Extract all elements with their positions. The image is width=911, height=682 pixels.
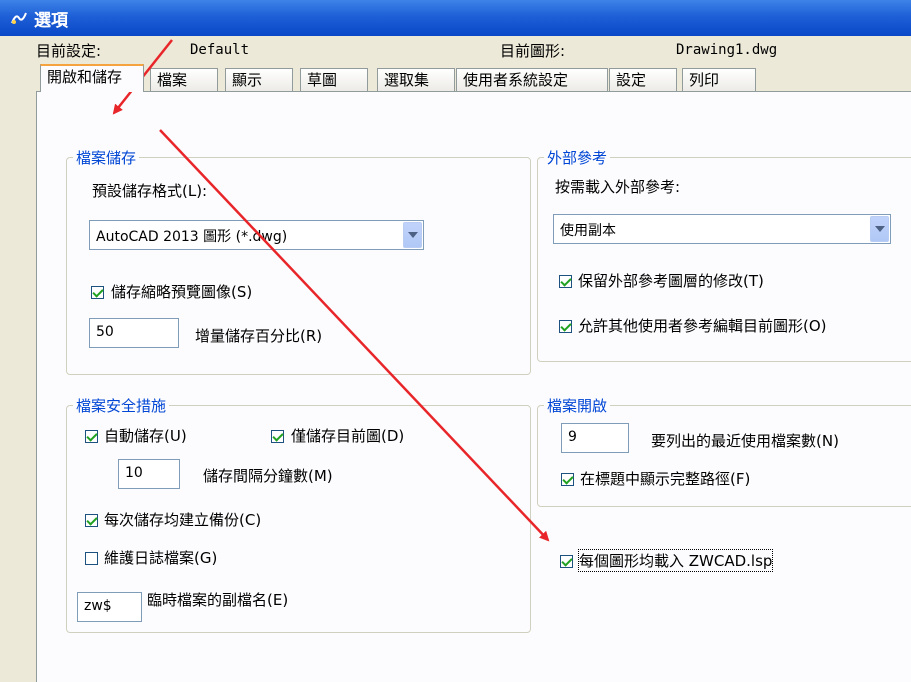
chevron-down-icon[interactable]: [403, 222, 422, 248]
full-path-label: 在標題中顯示完整路徑(F): [580, 470, 751, 488]
window-titlebar: 選項: [0, 0, 911, 36]
autosave-label: 自動儲存(U): [104, 427, 187, 445]
demand-load-select[interactable]: 使用副本: [553, 214, 891, 244]
current-drawing-label: 目前圖形:: [500, 42, 566, 60]
retain-xref-checkbox[interactable]: [559, 275, 572, 288]
demand-load-label: 按需載入外部參考:: [555, 178, 681, 196]
save-current-only-label: 僅儲存目前圖(D): [291, 427, 405, 445]
chevron-down-icon[interactable]: [870, 216, 889, 242]
allow-edit-checkbox[interactable]: [559, 320, 572, 333]
save-current-only-checkbox[interactable]: [271, 430, 284, 443]
autosave-interval-label: 儲存間隔分鐘數(M): [203, 467, 333, 485]
group-title-file-save: 檔案儲存: [73, 147, 140, 168]
autosave-checkbox[interactable]: [85, 430, 98, 443]
tab-display[interactable]: 顯示: [225, 68, 293, 91]
autosave-interval-input[interactable]: 10: [118, 459, 180, 489]
tab-panel: 檔案儲存 預設儲存格式(L): AutoCAD 2013 圖形 (*.dwg) …: [36, 92, 911, 682]
recent-files-label: 要列出的最近使用檔案數(N): [651, 432, 839, 450]
tab-selection[interactable]: 選取集: [377, 68, 455, 91]
recent-files-input[interactable]: 9: [561, 423, 629, 453]
thumbnail-checkbox[interactable]: [91, 286, 104, 299]
tab-files[interactable]: 檔案: [150, 68, 218, 91]
group-title-file-open: 檔案開啟: [544, 395, 611, 416]
current-drawing-value: Drawing1.dwg: [676, 42, 778, 58]
temp-ext-label: 臨時檔案的副檔名(E): [147, 591, 289, 609]
tab-open-save[interactable]: 開啟和儲存: [40, 64, 144, 92]
full-path-checkbox[interactable]: [561, 473, 574, 486]
thumbnail-label: 儲存縮略預覽圖像(S): [111, 283, 253, 301]
group-title-file-safety: 檔案安全措施: [73, 395, 170, 416]
load-lsp-label: 每個圖形均載入 ZWCAD.lsp: [577, 549, 774, 572]
group-file-open: 檔案開啟: [537, 395, 911, 507]
tab-user-preferences[interactable]: 使用者系統設定: [456, 68, 608, 91]
log-file-label: 維護日誌檔案(G): [104, 549, 218, 567]
incremental-save-label: 增量儲存百分比(R): [195, 327, 323, 345]
backup-checkbox[interactable]: [85, 514, 98, 527]
save-format-select[interactable]: AutoCAD 2013 圖形 (*.dwg): [89, 220, 424, 250]
app-icon: [10, 9, 28, 27]
current-profile-value: Default: [190, 42, 250, 58]
temp-ext-input[interactable]: zw$: [77, 592, 142, 622]
save-format-label: 預設儲存格式(L):: [92, 182, 208, 200]
tab-drafting[interactable]: 草圖: [300, 68, 368, 91]
current-profile-label: 目前設定:: [36, 42, 102, 60]
incremental-save-input[interactable]: 50: [89, 318, 179, 348]
group-title-xref: 外部參考: [544, 147, 611, 168]
tab-print[interactable]: 列印: [682, 68, 756, 91]
window-title: 選項: [34, 10, 68, 31]
demand-load-value: 使用副本: [560, 223, 616, 239]
backup-label: 每次儲存均建立備份(C): [104, 511, 262, 529]
load-lsp-checkbox[interactable]: [560, 555, 573, 568]
allow-edit-label: 允許其他使用者參考編輯目前圖形(O): [578, 317, 827, 335]
tab-profiles[interactable]: 設定: [609, 68, 677, 91]
retain-xref-label: 保留外部參考圖層的修改(T): [578, 272, 764, 290]
save-format-value: AutoCAD 2013 圖形 (*.dwg): [96, 229, 288, 245]
log-file-checkbox[interactable]: [85, 552, 98, 565]
